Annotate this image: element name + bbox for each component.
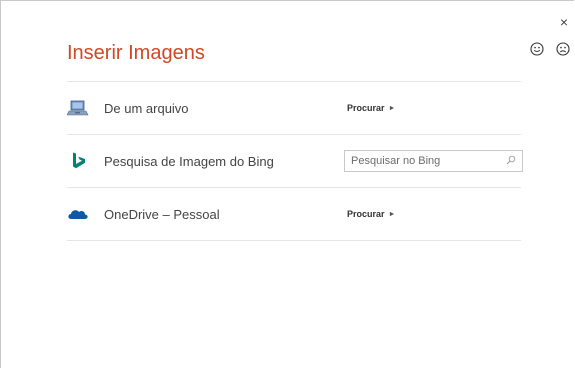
bing-icon bbox=[67, 152, 89, 170]
search-icon[interactable] bbox=[506, 152, 516, 170]
arrow-right-icon: ► bbox=[388, 210, 396, 218]
source-row-onedrive: OneDrive – Pessoal Procurar ► bbox=[67, 187, 521, 241]
browse-file-button[interactable]: Procurar ► bbox=[347, 103, 395, 113]
close-button[interactable]: × bbox=[560, 15, 568, 29]
source-label-file: De um arquivo bbox=[104, 100, 189, 116]
close-icon: × bbox=[559, 14, 568, 30]
onedrive-icon bbox=[67, 205, 89, 223]
computer-icon bbox=[66, 99, 89, 117]
bing-search-box[interactable] bbox=[344, 150, 523, 172]
smile-icon[interactable] bbox=[530, 42, 544, 56]
feedback-bar bbox=[530, 42, 570, 56]
source-row-file: De um arquivo Procurar ► bbox=[66, 81, 521, 134]
arrow-right-icon: ► bbox=[388, 104, 396, 112]
browse-onedrive-button[interactable]: Procurar ► bbox=[347, 209, 395, 219]
dialog-title: Inserir Imagens bbox=[67, 42, 205, 64]
source-label-bing: Pesquisa de Imagem do Bing bbox=[104, 153, 274, 169]
source-label-onedrive: OneDrive – Pessoal bbox=[104, 206, 220, 222]
bing-search-input[interactable] bbox=[351, 155, 506, 167]
source-list: De um arquivo Procurar ► Pesquisa de Ima… bbox=[66, 81, 523, 241]
frown-icon[interactable] bbox=[556, 42, 570, 56]
source-row-bing: Pesquisa de Imagem do Bing bbox=[67, 134, 523, 187]
insert-pictures-dialog: × Inserir Imagens De um arquivo Procurar… bbox=[0, 0, 574, 368]
